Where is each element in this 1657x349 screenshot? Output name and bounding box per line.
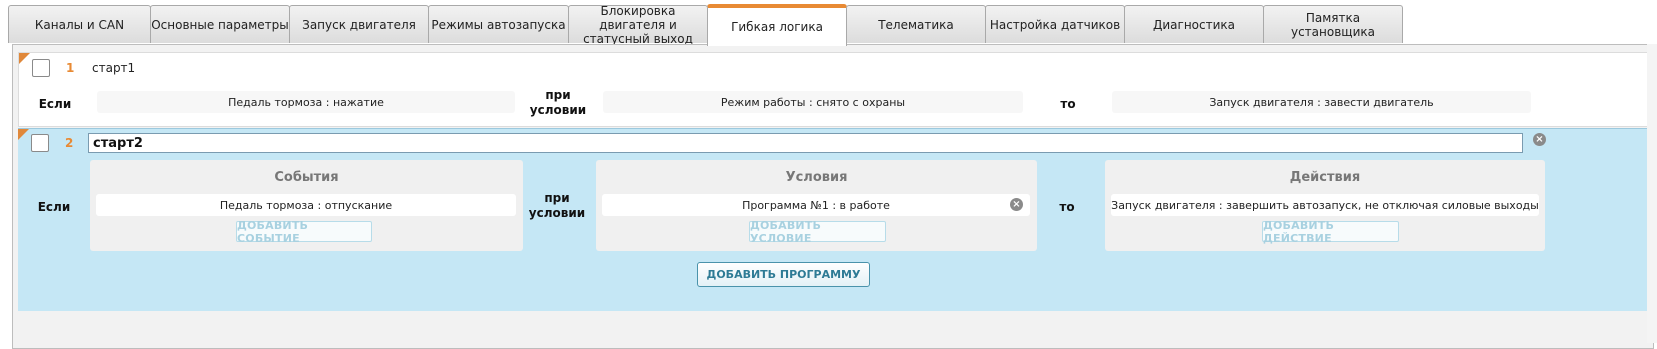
condition-label: при условии (528, 191, 586, 220)
flexible-logic-panel: 1 старт1 Если Педаль тормоза : нажатие п… (12, 44, 1654, 349)
tab-channels-can[interactable]: Каналы и CAN (8, 5, 151, 43)
scrollbar-track[interactable] (1647, 44, 1657, 343)
add-condition-button[interactable]: ДОБАВИТЬ УСЛОВИЕ (749, 219, 886, 245)
then-label: то (1059, 200, 1075, 214)
add-program-button[interactable]: ДОБАВИТЬ ПРОГРАММУ (697, 262, 870, 287)
events-group: События Педаль тормоза : отпускание ДОБА… (90, 160, 523, 251)
program-row[interactable]: 1 старт1 Если Педаль тормоза : нажатие п… (18, 52, 1650, 127)
remove-condition-icon[interactable]: × (1010, 198, 1023, 211)
tab-autostart-modes[interactable]: Режимы автозапуска (428, 5, 569, 43)
add-event-button[interactable]: ДОБАВИТЬ СОБЫТИЕ (236, 219, 372, 245)
condition-label: при условии (529, 88, 587, 117)
events-title: События (274, 170, 339, 185)
tab-sensor-settings[interactable]: Настройка датчиков (985, 5, 1125, 43)
if-label: Если (37, 200, 71, 214)
actions-group: Действия Запуск двигателя : завершить ав… (1105, 160, 1545, 251)
action-field[interactable]: Запуск двигателя : завершить автозапуск,… (1111, 194, 1539, 216)
program-checkbox[interactable] (32, 59, 50, 77)
remove-program-icon[interactable]: × (1533, 133, 1546, 146)
program-checkbox[interactable] (31, 134, 49, 152)
row-corner-marker (19, 53, 30, 64)
tab-main-params[interactable]: Основные параметры (150, 5, 290, 43)
conditions-title: Условия (785, 170, 848, 185)
action-field[interactable]: Запуск двигателя : завести двигатель (1112, 91, 1531, 113)
program-number: 1 (66, 61, 75, 75)
row-corner-marker (18, 129, 29, 140)
then-label: то (1060, 97, 1076, 111)
tab-flexible-logic[interactable]: Гибкая логика (707, 4, 847, 46)
tab-bar: Каналы и CAN Основные параметры Запуск д… (8, 4, 1657, 46)
event-field[interactable]: Педаль тормоза : отпускание (96, 194, 516, 216)
program-name[interactable]: старт1 (92, 61, 135, 75)
tab-installer-memo[interactable]: Памятка установщика (1263, 5, 1403, 43)
tab-telematics[interactable]: Телематика (846, 5, 986, 43)
tab-engine-block[interactable]: Блокировка двигателя и статусный выход (568, 4, 708, 46)
condition-field[interactable]: Режим работы : снято с охраны (603, 91, 1023, 113)
conditions-group: Условия Программа №1 : в работе × ДОБАВИ… (596, 160, 1037, 251)
event-field[interactable]: Педаль тормоза : нажатие (97, 91, 515, 113)
program-number: 2 (65, 136, 74, 150)
if-label: Если (38, 97, 72, 111)
add-action-button[interactable]: ДОБАВИТЬ ДЕЙСТВИЕ (1262, 219, 1399, 245)
condition-field[interactable]: Программа №1 : в работе (602, 194, 1030, 216)
program-name-input[interactable] (88, 133, 1523, 153)
actions-title: Действия (1289, 170, 1361, 185)
tab-engine-start[interactable]: Запуск двигателя (289, 5, 429, 43)
tab-diagnostics[interactable]: Диагностика (1124, 5, 1264, 43)
